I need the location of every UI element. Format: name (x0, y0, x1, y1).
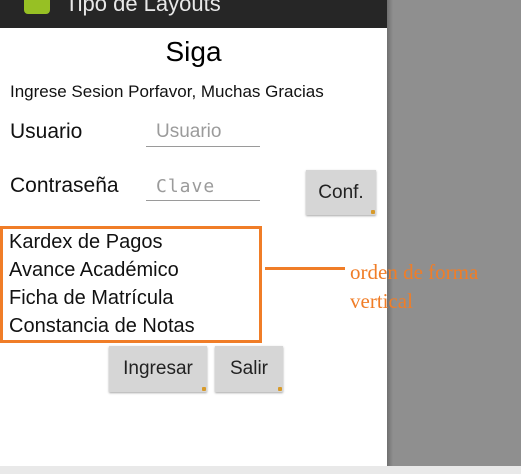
user-input[interactable] (146, 118, 260, 147)
device-edge-shadow (386, 0, 393, 474)
instructions-text: Ingrese Sesion Porfavor, Muchas Gracias (10, 82, 324, 101)
exit-button[interactable]: Salir (215, 346, 283, 392)
page-title: Siga (165, 36, 222, 67)
user-label: Usuario (10, 120, 83, 143)
annotation-line-2: vertical (350, 289, 413, 313)
annotation-line-1: orden de forma (350, 260, 479, 284)
title-bar: Tipo de Layouts (0, 0, 387, 28)
bottom-strip (0, 466, 521, 474)
window-title: Tipo de Layouts (65, 0, 221, 16)
background-panel (393, 0, 521, 474)
android-icon (24, 0, 50, 14)
option-ficha-matricula[interactable]: Ficha de Matrícula (9, 287, 174, 310)
annotation-connector-line (265, 267, 345, 270)
annotation-note: orden de forma vertical (350, 258, 520, 316)
option-constancia-notas[interactable]: Constancia de Notas (9, 315, 195, 338)
app-screen: Tipo de Layouts Siga Ingrese Sesion Porf… (0, 0, 387, 474)
option-kardex-pagos[interactable]: Kardex de Pagos (9, 231, 162, 254)
options-list: Kardex de Pagos Avance Académico Ficha d… (0, 226, 262, 343)
confirm-button[interactable]: Conf. (306, 170, 376, 215)
password-label: Contraseña (10, 174, 119, 197)
password-input[interactable] (146, 172, 260, 201)
login-button[interactable]: Ingresar (109, 346, 207, 392)
option-avance-academico[interactable]: Avance Académico (9, 259, 179, 282)
